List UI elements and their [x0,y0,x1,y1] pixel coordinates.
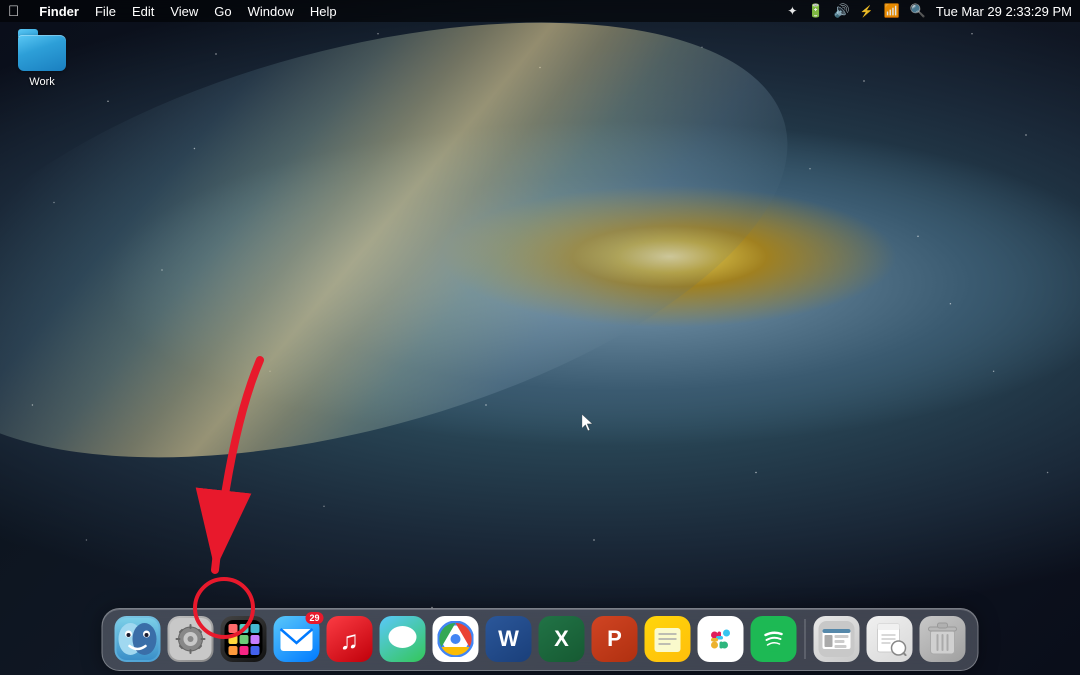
menubar-go[interactable]: Go [214,4,231,19]
folder-shape [18,29,66,71]
dropbox-icon[interactable]: ✦ [787,4,797,18]
dock: 29 ♫ [102,608,979,671]
menubar-window[interactable]: Window [248,4,294,19]
dock-item-mail[interactable]: 29 [272,614,322,664]
wallpaper-galaxy [0,0,834,540]
messages-icon [380,616,426,662]
apple-menu-icon[interactable]:  [8,3,19,20]
dock-item-powerpoint[interactable]: P [590,614,640,664]
finder2-icon [814,616,860,662]
chrome-icon [433,616,479,662]
red-arrow [130,350,330,610]
folder-label: Work [29,76,54,89]
svg-text:♫: ♫ [340,625,360,655]
dock-item-system-preferences[interactable] [166,614,216,664]
dock-item-music[interactable]: ♫ [325,614,375,664]
dock-item-spotify[interactable] [749,614,799,664]
dock-item-messages[interactable] [378,614,428,664]
menubar-datetime: Tue Mar 29 2:33:29 PM [936,4,1072,19]
menubar-left:  Finder File Edit View Go Window Help [8,3,337,20]
launchpad-icon [221,616,267,662]
spotify-icon [751,616,797,662]
dock-item-notes[interactable] [643,614,693,664]
system-preferences-icon [168,616,214,662]
menubar-view[interactable]: View [170,4,198,19]
mail-badge: 29 [305,612,323,624]
menubar-edit[interactable]: Edit [132,4,154,19]
dock-divider [805,619,806,659]
menubar-app-name[interactable]: Finder [39,4,79,19]
menubar-help[interactable]: Help [310,4,337,19]
dock-item-launchpad[interactable] [219,614,269,664]
dock-item-chrome[interactable] [431,614,481,664]
dock-item-preview[interactable] [865,614,915,664]
battery-icon[interactable]: 🔋 [807,3,823,19]
dock-item-finder2[interactable] [812,614,862,664]
volume-icon[interactable]: 🔊 [834,3,850,19]
trash-icon [920,616,966,662]
menubar-right: ✦ 🔋 🔊 ⚡ 📶 🔍 Tue Mar 29 2:33:29 PM [787,3,1072,19]
desktop:  Finder File Edit View Go Window Help ✦… [0,0,1080,675]
menubar-file[interactable]: File [95,4,116,19]
desktop-icon-work[interactable]: Work [8,26,76,89]
wifi-icon[interactable]: 📶 [884,3,900,19]
dock-item-finder[interactable] [113,614,163,664]
dock-item-excel[interactable]: X [537,614,587,664]
dock-item-trash[interactable] [918,614,968,664]
cursor [582,414,594,432]
powerpoint-icon: P [592,616,638,662]
dock-item-word[interactable]: W [484,614,534,664]
bluetooth-icon[interactable]: ⚡ [860,5,874,18]
dock-item-slack[interactable] [696,614,746,664]
music-icon: ♫ [327,616,373,662]
slack-icon [698,616,744,662]
excel-icon: X [539,616,585,662]
preview-icon [867,616,913,662]
folder-icon-img [18,26,66,74]
search-icon[interactable]: 🔍 [910,3,926,19]
folder-body [18,35,66,71]
mail-icon: 29 [274,616,320,662]
word-icon: W [486,616,532,662]
menubar:  Finder File Edit View Go Window Help ✦… [0,0,1080,22]
notes-icon [645,616,691,662]
finder-icon [115,616,161,662]
